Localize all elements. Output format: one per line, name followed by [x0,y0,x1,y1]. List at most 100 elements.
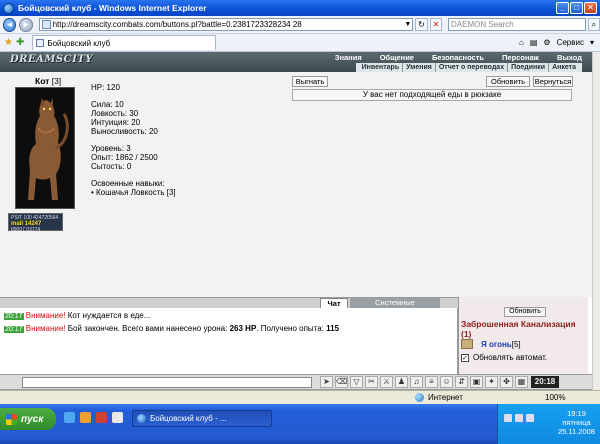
gear-icon[interactable]: ⚙ [543,38,550,47]
chevron-down-icon[interactable]: ▾ [590,38,594,47]
desktop-quicklaunch-icon[interactable] [112,412,123,423]
ie-quicklaunch-icon[interactable] [64,412,75,423]
address-url[interactable]: http://dreamscity.combats.com/buttons.pl… [53,20,404,29]
ie-icon [137,414,146,423]
game-menu-bottom: Инвентарь Умения Отчет о переводах Поеди… [355,63,582,72]
security-zone: Интернет [415,393,463,402]
character-stats: HP: 120 Сила: 10 Ловкость: 30 Интуиция: … [91,83,176,197]
minimize-button[interactable]: _ [556,2,569,14]
tray-volume-icon[interactable] [515,414,523,422]
menu-battles[interactable]: Поединки [507,63,548,72]
search-icon[interactable]: ⌕ [587,18,600,31]
taskbar-window-button[interactable]: Бойцовский клуб - ... [132,410,272,427]
refresh-page-button[interactable]: Обновить [486,76,530,87]
chat-input[interactable] [22,376,312,388]
tray-icons [504,414,537,422]
add-favorite-icon[interactable]: ✚ [16,37,24,48]
menu-inventory[interactable]: Инвентарь [359,63,403,72]
close-button[interactable]: ✕ [584,2,597,14]
zoom-level[interactable]: 100% [545,393,565,402]
chevron-down-icon[interactable]: ▼ [403,21,412,28]
chat-tabs: Чат Системные сообщения [0,297,458,317]
tools-icon[interactable]: ✂ [365,376,378,388]
forward-button[interactable]: ► [19,17,33,32]
menu-character[interactable]: Персонаж [502,53,539,62]
tab-system-messages[interactable]: Системные сообщения [350,298,440,317]
menu-communication[interactable]: Общение [380,53,414,62]
battle-icon[interactable]: ⚔ [380,376,393,388]
tab-chat[interactable]: Чат [320,298,348,308]
return-button[interactable]: Вернуться [533,76,573,87]
windows-flag-icon [6,413,17,425]
back-button[interactable]: ◄ [3,17,17,32]
character-icon[interactable]: ♟ [395,376,408,388]
music-icon[interactable]: ♫ [410,376,423,388]
window-title: Бойцовский клуб - Windows Internet Explo… [18,3,207,13]
stat-strength: Сила: 10 [91,100,124,109]
menu-exit[interactable]: Выход [557,53,582,62]
game-toolbar: ➤ ⌫ ▽ ✂ ⚔ ♟ ♫ ≡ ☺ ⇵ ▣ ✦ ✤ ▦ 20:18 [0,374,592,390]
filter-icon[interactable]: ▽ [350,376,363,388]
menu-skills[interactable]: Умения [402,63,435,72]
stop-button[interactable]: ✕ [429,18,443,31]
chat-damage: 263 HP [229,324,257,333]
tray-date: 25.11.2008 [558,427,595,436]
browser-tab-active[interactable]: Бойцовский клуб [32,35,217,50]
favorites-star-icon[interactable]: ★ [4,37,13,48]
home-icon[interactable]: ⌂ [519,38,524,47]
character-panel: Кот [3] PSIT 100 424720564 mail 14247 89… [0,72,592,297]
refresh-button[interactable]: ↻ [415,18,428,31]
menu-security[interactable]: Безопасность [432,53,484,62]
auto-refresh-option[interactable]: ✓ Обновлять автомат. [461,353,547,362]
search-input[interactable]: DAEMON Search [448,18,586,31]
system-tray: 19:19 пятница 25.11.2008 [497,404,600,444]
folder-quicklaunch-icon[interactable] [80,412,91,423]
menu-transfer-report[interactable]: Отчет о переводах [434,63,507,72]
game-clock: 20:18 [531,376,559,388]
app-quicklaunch-icon[interactable] [96,412,107,423]
refresh-location-button[interactable]: Обновить [504,307,546,317]
game-menu-top: Знания Общение Безопасность Персонаж Вых… [317,53,582,62]
menu-profile[interactable]: Анкета [548,63,579,72]
stat-endurance: Выносливость: 20 [91,127,158,136]
chat-text: Кот нуждается в еде... [67,311,151,320]
walk-icon[interactable]: ✤ [500,376,513,388]
zone-label: Интернет [428,393,463,402]
chat-exp: 115 [326,324,340,333]
player-level: [5] [511,339,521,349]
service-menu[interactable]: Сервис [557,38,584,47]
tray-network-icon[interactable] [504,414,512,422]
ie-icon [3,2,14,14]
badge-line-3: 89007 03774 [11,227,41,233]
lock-icon[interactable]: ▣ [470,376,483,388]
auto-refresh-checkbox[interactable]: ✓ [461,353,469,362]
tray-clock[interactable]: 19:19 пятница 25.11.2008 [558,409,595,436]
window-title-bar: Бойцовский клуб - Windows Internet Explo… [0,0,600,16]
send-icon[interactable]: ➤ [320,376,333,388]
chat-line: 20:17 Внимание! Бой закончен. Всего вами… [4,323,453,336]
inventory-icon[interactable]: ▦ [515,376,528,388]
character-name: Кот [3] [35,76,61,86]
tray-lang-icon[interactable] [526,414,534,422]
location-panel: Обновить Заброшенная Канализация (1) Я о… [458,297,588,374]
menu-knowledge[interactable]: Знания [335,53,362,62]
smile-icon[interactable]: ☺ [440,376,453,388]
scroll-icon[interactable]: ⇵ [455,376,468,388]
page-scrollbar[interactable] [592,52,600,390]
kick-out-button[interactable]: Выгнать [292,76,328,87]
tray-time: 19:19 [567,409,586,418]
skill-item: • Кошачья Ловкость [3] [91,188,176,197]
character-name-text: Кот [35,76,50,86]
player-name[interactable]: Я огонь [481,340,512,349]
clear-icon[interactable]: ⌫ [335,376,348,388]
fight-icon[interactable]: ✦ [485,376,498,388]
list-icon[interactable]: ≡ [425,376,438,388]
address-bar[interactable]: http://dreamscity.combats.com/buttons.pl… [38,18,414,31]
start-button[interactable]: пуск [0,408,56,430]
player-entry[interactable]: Я огонь [5] [461,339,521,349]
print-icon[interactable]: ▤ [530,38,538,47]
stat-intuition: Интуиция: 20 [91,118,141,127]
player-icon [461,339,473,349]
maximize-button[interactable]: □ [570,2,583,14]
ie-status-bar: Интернет 100% [0,390,600,404]
